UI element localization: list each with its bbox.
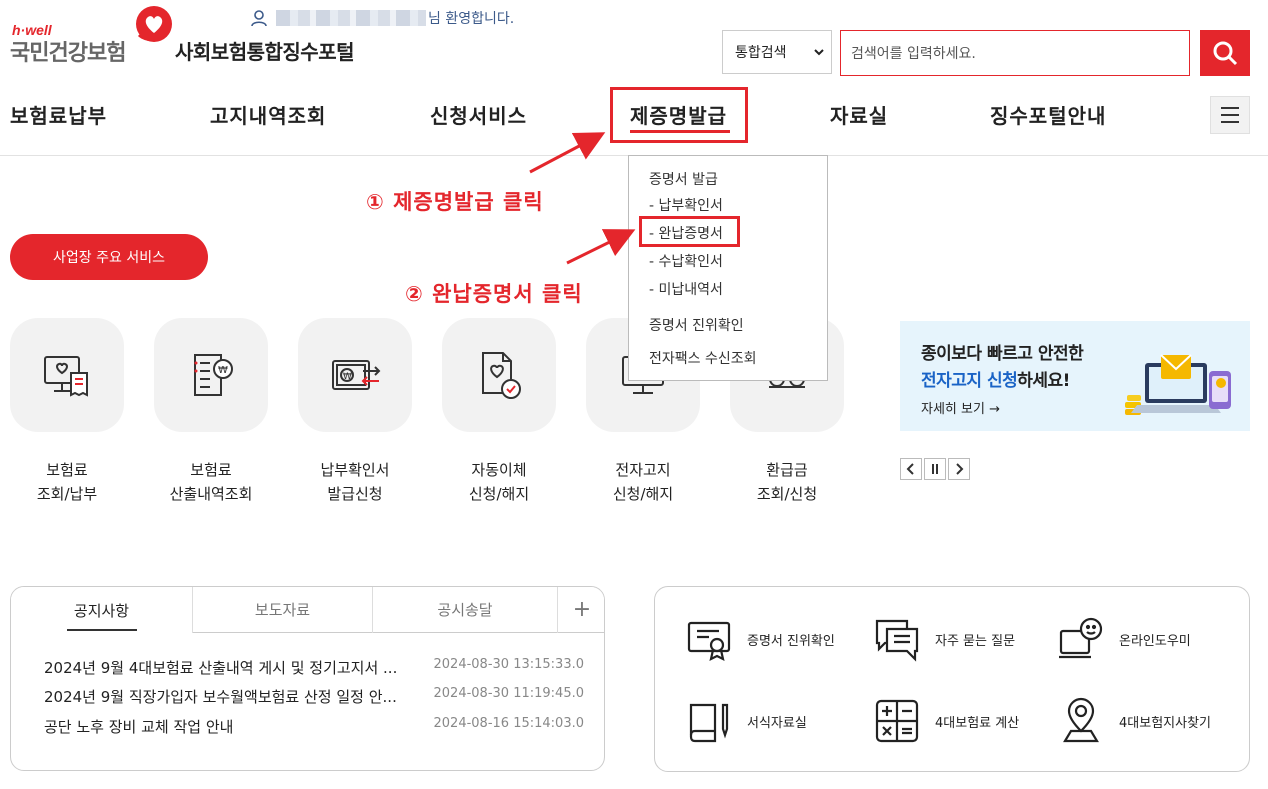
shortcut-forms-library[interactable]: 서식자료실 <box>685 697 807 745</box>
certificate-dropdown-menu: 증명서 발급 - 납부확인서 - 완납증명서 - 수납확인서 - 미납내역서 증… <box>628 155 828 381</box>
notice-date: 2024-08-30 11:19:45.0 <box>433 686 584 701</box>
heart-logo-icon <box>136 6 172 42</box>
blurred-username <box>276 10 426 26</box>
workplace-services-button[interactable]: 사업장 주요 서비스 <box>10 234 208 280</box>
search-scope-select[interactable]: 통합검색 <box>722 30 832 74</box>
nav-application-service[interactable]: 신청서비스 <box>430 100 527 129</box>
banner-line2: 전자고지 신청하세요! <box>921 371 1070 391</box>
pause-icon <box>932 464 938 474</box>
menu-item-unpaid-statement[interactable]: - 미납내역서 <box>649 279 723 299</box>
document-won-icon: ₩ <box>194 354 233 396</box>
online-helper-icon <box>1059 617 1103 659</box>
tile-label: 납부확인서 발급신청 <box>320 461 390 503</box>
menu-item-authenticity-check[interactable]: 증명서 진위확인 <box>649 315 744 335</box>
notice-title[interactable]: 2024년 9월 4대보험료 산출내역 게시 및 정기고지서 ... <box>44 657 419 678</box>
search-scope-value: 통합검색 <box>735 45 787 61</box>
shortcut-panel: 증명서 진위확인 자주 묻는 질문 온라인도우미 서식자료실 4대보험료 계산 <box>654 586 1250 772</box>
card-transfer-icon: ₩ <box>332 360 381 390</box>
tile-auto-transfer[interactable] <box>442 318 556 432</box>
notice-board: 공지사항 보도자료 공시송달 + 2024년 9월 4대보험료 산출내역 게시 … <box>10 586 605 771</box>
banner-line1: 종이보다 빠르고 안전한 <box>921 344 1084 364</box>
svg-text:₩: ₩ <box>343 372 352 382</box>
search-placeholder: 검색어를 입력하세요. <box>851 46 976 62</box>
hamburger-menu-button[interactable] <box>1210 96 1250 134</box>
menu-item-efax-inquiry[interactable]: 전자팩스 수신조회 <box>649 348 757 368</box>
tab-public-service[interactable]: 공시송달 <box>373 587 557 633</box>
welcome-text: 님 환영합니다. <box>428 11 515 27</box>
banner-prev-button[interactable] <box>900 458 922 480</box>
tab-notices[interactable]: 공지사항 <box>11 587 192 633</box>
shortcut-label: 자주 묻는 질문 <box>935 633 1016 649</box>
notice-date: 2024-08-30 13:15:33.0 <box>433 657 584 672</box>
list-item[interactable]: 공단 노후 장비 교체 작업 안내 2024-08-16 15:14:03.0 <box>44 716 584 737</box>
menu-group-certificate-issue[interactable]: 증명서 발급 <box>649 169 718 189</box>
monitor-receipt-icon <box>44 356 88 397</box>
banner-more-link[interactable]: 자세히 보기 → <box>921 398 1000 417</box>
shortcut-label: 4대보험지사찾기 <box>1119 715 1211 731</box>
calculator-icon <box>875 699 919 743</box>
tile-label: 환급금 조회/신청 <box>756 461 818 503</box>
annotation-highlight-box <box>639 216 740 247</box>
laptop-mail-illustration <box>1125 354 1231 415</box>
shortcut-faq[interactable]: 자주 묻는 질문 <box>873 615 1015 663</box>
logo-name: 국민건강보험 <box>10 41 126 66</box>
portal-title: 사회보험통합징수포털 <box>175 40 355 64</box>
document-check-icon <box>482 352 521 399</box>
nav-resources[interactable]: 자료실 <box>830 100 888 129</box>
chevron-left-icon <box>906 463 914 475</box>
search-input[interactable]: 검색어를 입력하세요. <box>840 30 1190 76</box>
certificate-icon <box>687 621 731 662</box>
shortcut-label: 서식자료실 <box>747 715 807 731</box>
tile-label: 보험료 산출내역조회 <box>169 461 253 503</box>
notice-title[interactable]: 공단 노후 장비 교체 작업 안내 <box>44 716 419 737</box>
svg-text:₩: ₩ <box>218 365 228 376</box>
menu-item-payment-confirmation[interactable]: - 납부확인서 <box>649 195 723 215</box>
list-item[interactable]: 2024년 9월 직장가입자 보수월액보험료 산정 일정 안... 2024-0… <box>44 686 584 707</box>
e-notice-banner[interactable]: 종이보다 빠르고 안전한 전자고지 신청하세요! 자세히 보기 → <box>900 321 1250 431</box>
annotation-step1: ① 제증명발급 클릭 <box>366 190 544 214</box>
shortcut-authenticity-check[interactable]: 증명서 진위확인 <box>685 615 835 663</box>
menu-item-receipt-confirmation[interactable]: - 수납확인서 <box>649 251 723 271</box>
banner-pause-button[interactable] <box>924 458 946 480</box>
faq-icon <box>875 619 919 662</box>
tile-premium-payment[interactable] <box>10 318 124 432</box>
annotation-highlight-box <box>610 87 748 143</box>
nav-notice-inquiry[interactable]: 고지내역조회 <box>210 100 326 129</box>
chevron-down-icon <box>814 49 824 56</box>
notice-title[interactable]: 2024년 9월 직장가입자 보수월액보험료 산정 일정 안... <box>44 686 419 707</box>
shortcut-label: 4대보험료 계산 <box>935 715 1020 731</box>
annotation-step2: ② 완납증명서 클릭 <box>405 282 583 306</box>
tile-payment-certificate[interactable]: ₩ <box>298 318 412 432</box>
tile-label: 보험료 조회/납부 <box>36 461 98 503</box>
welcome-message: 님 환영합니다. <box>250 8 514 28</box>
shortcut-branch-finder[interactable]: 4대보험지사찾기 <box>1057 697 1211 745</box>
banner-next-button[interactable] <box>948 458 970 480</box>
chevron-right-icon <box>956 463 964 475</box>
shortcut-label: 온라인도우미 <box>1119 633 1191 649</box>
user-icon <box>251 10 267 27</box>
nav-portal-guide[interactable]: 징수포털안내 <box>990 100 1106 129</box>
location-icon <box>1063 697 1099 743</box>
tile-label: 자동이체 신청/해지 <box>468 461 530 503</box>
active-tab-underline <box>67 629 137 631</box>
tab-press-releases[interactable]: 보도자료 <box>193 587 372 633</box>
list-item[interactable]: 2024년 9월 4대보험료 산출내역 게시 및 정기고지서 ... 2024-… <box>44 657 584 678</box>
notice-date: 2024-08-16 15:14:03.0 <box>433 716 584 731</box>
search-button[interactable] <box>1200 30 1250 76</box>
shortcut-label: 증명서 진위확인 <box>747 633 835 649</box>
tile-label: 전자고지 신청/해지 <box>612 461 674 503</box>
search-icon <box>1213 41 1238 66</box>
nav-premium-payment[interactable]: 보험료납부 <box>10 100 107 129</box>
forms-book-icon <box>689 703 729 743</box>
more-plus-button[interactable]: + <box>558 587 604 633</box>
shortcut-premium-calculator[interactable]: 4대보험료 계산 <box>873 697 1019 745</box>
tile-premium-calc-inquiry[interactable]: ₩ <box>154 318 268 432</box>
shortcut-online-helper[interactable]: 온라인도우미 <box>1057 615 1191 663</box>
nhis-logo[interactable]: h·well 국민건강보험 <box>10 5 175 66</box>
